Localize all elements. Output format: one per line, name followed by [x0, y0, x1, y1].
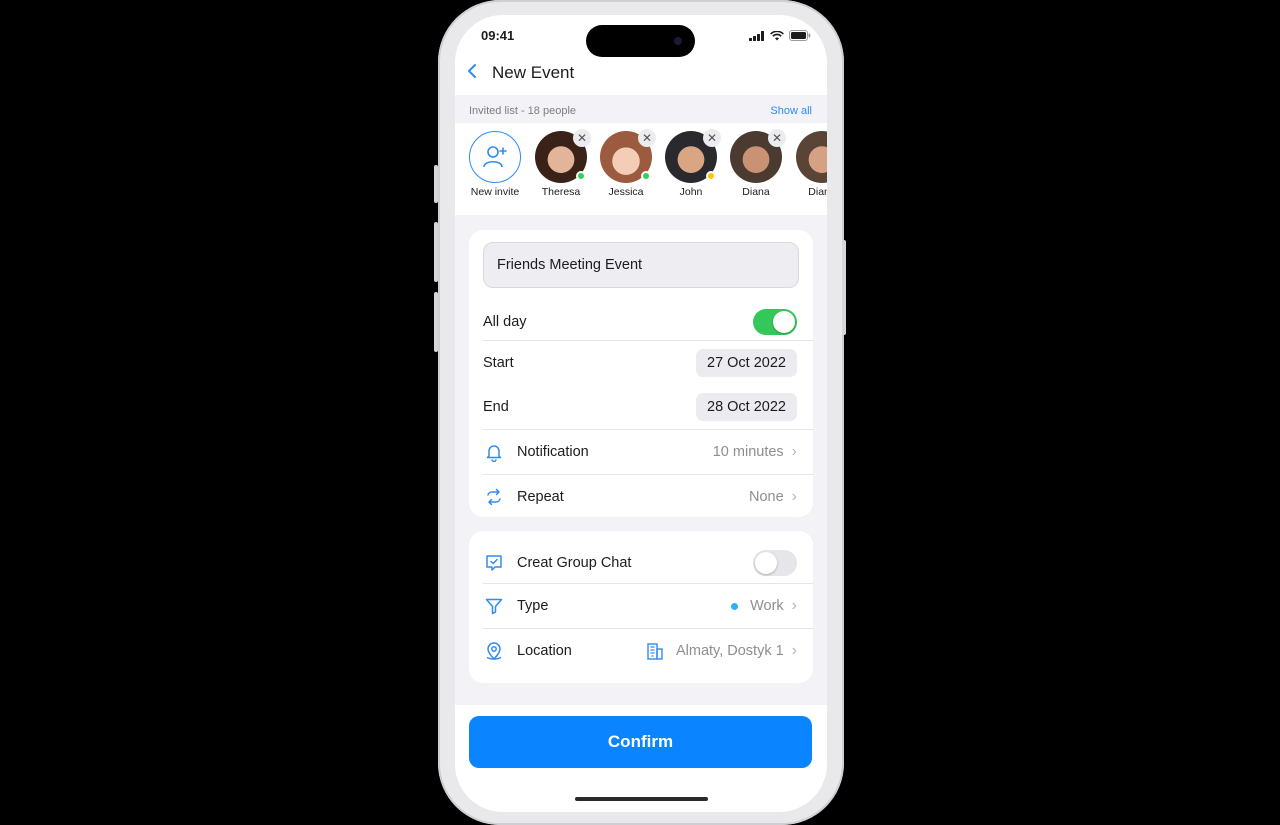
status-dot [576, 171, 586, 181]
avatar: ✕ [600, 129, 656, 183]
building-icon [644, 640, 666, 662]
event-details-card: Friends Meeting Event All day Start 27 O… [469, 230, 813, 517]
invitee-item[interactable]: ✕ Diana [725, 129, 787, 198]
volume-down-button [434, 222, 438, 282]
confirm-button[interactable]: Confirm [469, 716, 812, 768]
type-color-dot [731, 602, 739, 610]
avatar: ✕ [665, 129, 721, 183]
status-dot [641, 171, 651, 181]
status-dot [706, 171, 716, 181]
battery-icon [789, 28, 811, 46]
avatar [796, 131, 827, 183]
power-button [842, 240, 846, 335]
nav-header: 09:41 New Event [455, 15, 827, 95]
location-row[interactable]: Location Almaty, Dostyk 1 › [483, 629, 811, 673]
invitee-name: John [679, 186, 703, 198]
invitee-name: Jessica [608, 186, 644, 198]
remove-invitee-icon[interactable]: ✕ [703, 129, 721, 147]
invitee-name: Theresa [541, 186, 581, 198]
group-chat-label: Creat Group Chat [517, 555, 632, 571]
invitee-item[interactable]: ✕ Jessica [595, 129, 657, 198]
all-day-toggle[interactable] [753, 309, 797, 335]
start-row: Start 27 Oct 2022 [483, 341, 811, 385]
bell-icon [483, 441, 505, 463]
invite-strip: New invite ✕ Theresa ✕ Jessica ✕ John ✕ … [455, 123, 827, 215]
all-day-row: All day [483, 300, 811, 344]
volume-up-button [434, 165, 438, 203]
end-label: End [483, 399, 509, 415]
chevron-right-icon: › [791, 488, 797, 505]
status-time: 09:41 [481, 28, 515, 43]
type-label: Type [517, 598, 549, 614]
repeat-label: Repeat [517, 489, 564, 505]
repeat-value: None [749, 489, 784, 505]
avatar: ✕ [730, 129, 786, 183]
end-row: End 28 Oct 2022 [483, 385, 811, 429]
location-label: Location [517, 643, 572, 659]
wifi-icon [770, 28, 784, 46]
remove-invitee-icon[interactable]: ✕ [768, 129, 786, 147]
new-invite-label: New invite [470, 186, 520, 198]
repeat-icon [483, 486, 505, 508]
invitee-item[interactable]: ✕ John [660, 129, 722, 198]
remove-invitee-icon[interactable]: ✕ [573, 129, 591, 147]
new-invite-button[interactable]: New invite [464, 131, 526, 198]
group-chat-row: Creat Group Chat [483, 541, 811, 585]
chevron-right-icon: › [791, 597, 797, 614]
show-all-link[interactable]: Show all [770, 105, 812, 117]
type-value: Work [750, 598, 784, 614]
start-date-picker[interactable]: 27 Oct 2022 [696, 349, 797, 377]
add-user-icon [469, 131, 521, 183]
status-icons [749, 28, 811, 46]
event-options-card: Creat Group Chat Type Work › Location Al… [469, 531, 813, 683]
start-label: Start [483, 355, 514, 371]
remove-invitee-icon[interactable]: ✕ [638, 129, 656, 147]
end-date-picker[interactable]: 28 Oct 2022 [696, 393, 797, 421]
volume-down-button-2 [434, 292, 438, 352]
phone-screen: 09:41 New Event Invited list - 18 people… [455, 15, 827, 812]
type-row[interactable]: Type Work › [483, 584, 811, 628]
invite-summary: Invited list - 18 people [469, 105, 577, 117]
group-chat-toggle[interactable] [753, 550, 797, 576]
filter-icon [483, 595, 505, 617]
chat-check-icon [483, 552, 505, 574]
location-value: Almaty, Dostyk 1 [675, 643, 784, 659]
notification-row[interactable]: Notification 10 minutes › [483, 430, 811, 474]
invitee-item[interactable]: Diana [791, 131, 827, 198]
avatar: ✕ [535, 129, 591, 183]
chevron-right-icon: › [791, 642, 797, 659]
invitee-name: Diana [808, 186, 827, 198]
invitee-name: Diana [742, 186, 770, 198]
page-title: New Event [492, 63, 575, 82]
event-name-input[interactable]: Friends Meeting Event [483, 242, 799, 288]
invitee-item[interactable]: ✕ Theresa [530, 129, 592, 198]
chevron-right-icon: › [791, 443, 797, 460]
notification-value: 10 minutes [712, 444, 784, 460]
camera-icon [674, 37, 682, 45]
location-pin-icon [483, 640, 505, 662]
signal-icon [749, 28, 765, 46]
repeat-row[interactable]: Repeat None › [483, 475, 811, 519]
dynamic-island [586, 25, 695, 57]
all-day-label: All day [483, 314, 527, 330]
notification-label: Notification [517, 444, 589, 460]
back-icon[interactable] [467, 63, 483, 81]
home-indicator[interactable] [575, 797, 708, 801]
